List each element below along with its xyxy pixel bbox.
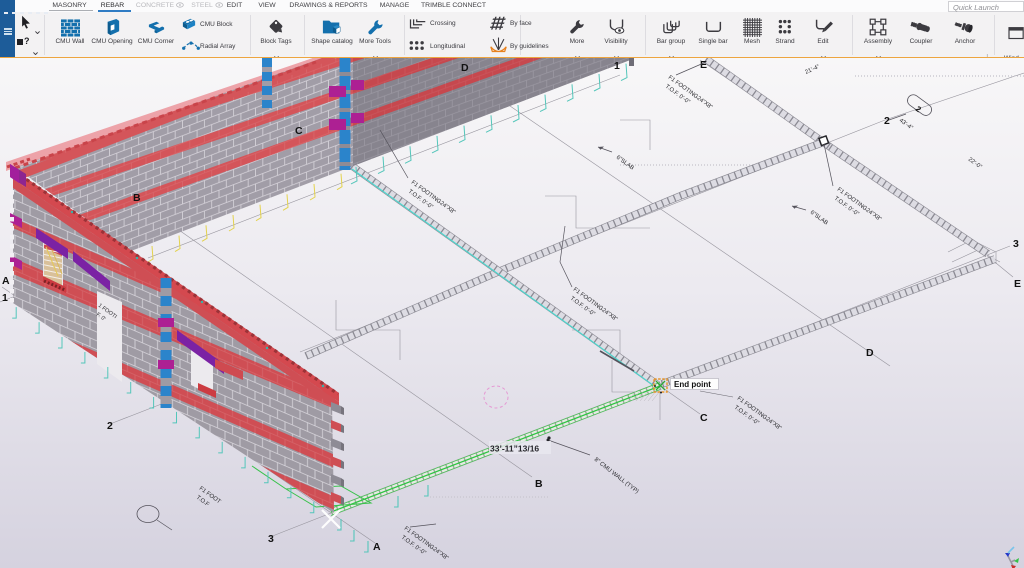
svg-text:C: C [700,412,708,424]
svg-text:B: B [535,478,543,490]
svg-text:D: D [866,347,874,359]
svg-text:33’-11”13/16: 33’-11”13/16 [490,444,539,454]
svg-text:2: 2 [884,115,890,127]
svg-text:3: 3 [268,533,274,545]
svg-text:B: B [133,192,141,204]
svg-text:1: 1 [2,292,8,304]
svg-text:E: E [700,59,707,71]
svg-text:A: A [373,541,381,553]
svg-text:1: 1 [614,60,620,72]
svg-text:A: A [2,275,10,287]
svg-text:2: 2 [107,420,113,432]
svg-text:End point: End point [674,380,711,389]
svg-text:C: C [295,125,303,137]
svg-text:3: 3 [1013,238,1019,250]
svg-text:D: D [461,62,469,74]
svg-text:E: E [1014,278,1021,290]
